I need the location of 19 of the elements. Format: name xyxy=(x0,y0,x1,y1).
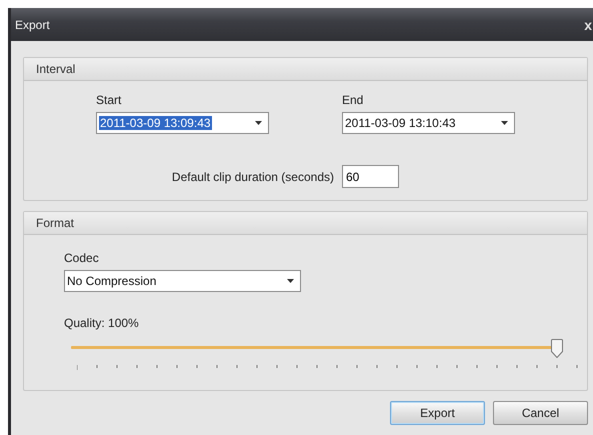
window-title: Export xyxy=(15,18,50,32)
caret-icon xyxy=(501,121,508,125)
dropdown[interactable]: No Compression xyxy=(64,270,301,292)
end-label: End xyxy=(342,93,364,109)
dialog-button[interactable]: Cancel xyxy=(493,401,588,425)
group-title: Format xyxy=(24,212,587,235)
duration-field[interactable]: 60 xyxy=(342,165,399,188)
dropdown[interactable]: 2011-03-09 13:10:43 xyxy=(342,112,515,134)
close-button[interactable]: x xyxy=(584,16,593,32)
slider-thumb[interactable] xyxy=(551,339,563,358)
group-title: Interval xyxy=(24,58,587,81)
caret-icon xyxy=(255,121,262,125)
duration-label: Default clip duration (seconds) xyxy=(172,170,334,184)
dropdown[interactable]: 2011-03-09 13:09:43 xyxy=(96,112,269,134)
dialog-button[interactable]: Export xyxy=(390,401,485,425)
codec-label: Codec xyxy=(64,251,100,267)
quality-label: Quality: 100% xyxy=(64,316,140,332)
caret-icon xyxy=(287,279,294,283)
start-label: Start xyxy=(96,93,122,109)
